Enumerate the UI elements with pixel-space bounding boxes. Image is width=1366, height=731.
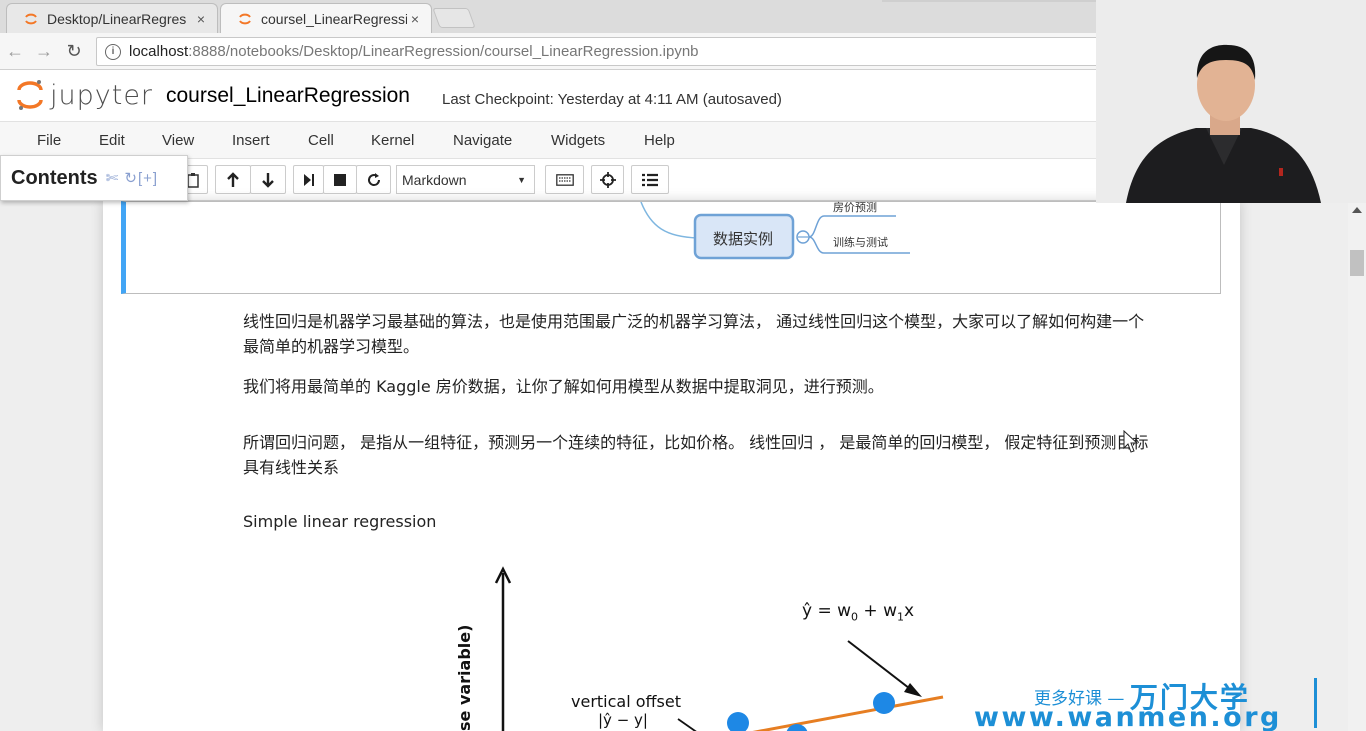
tab-title: Desktop/LinearRegres	[47, 10, 187, 27]
cell-type-select[interactable]: Markdown ▼	[396, 165, 535, 194]
arrow-up-icon	[227, 171, 239, 187]
notebook-name[interactable]: coursel_LinearRegression	[166, 84, 410, 108]
toc-title[interactable]: Contents	[11, 167, 98, 190]
menu-navigate[interactable]: Navigate	[453, 132, 512, 149]
menu-kernel[interactable]: Kernel	[371, 132, 414, 149]
selected-cell[interactable]: 数据实例 房价预测 训练与测试	[121, 201, 1221, 294]
restart-icon	[367, 172, 380, 186]
reload-icon[interactable]: ↻	[63, 40, 85, 62]
paragraph-intro-line1: 线性回归是机器学习最基础的算法，也是使用范围最广泛的机器学习算法， 通过线性回归…	[243, 312, 1145, 331]
data-point	[727, 712, 749, 731]
equation-part: + w	[858, 601, 897, 621]
paragraph-intro: 线性回归是机器学习最基础的算法，也是使用范围最广泛的机器学习算法， 通过线性回归…	[243, 309, 1203, 359]
regression-figure	[494, 566, 944, 731]
toc-panel-header: Contents ✄ ↻[+]	[0, 155, 188, 201]
close-tab-icon[interactable]: ×	[407, 11, 423, 27]
browser-tab-2[interactable]: coursel_LinearRegressi ×	[220, 3, 432, 33]
keyboard-icon	[555, 173, 574, 186]
menu-help[interactable]: Help	[644, 132, 675, 149]
presenter-video	[1096, 0, 1366, 203]
equation-part: ŷ = w	[802, 601, 852, 621]
chevron-down-icon: ▼	[517, 174, 526, 185]
equation-sub: 0	[851, 610, 859, 624]
scroll-up-icon[interactable]	[1352, 207, 1362, 213]
arrow-down-icon	[262, 172, 274, 188]
paragraph-regression-line1: 所谓回归问题， 是指从一组特征，预测另一个连续的特征，比如价格。 线性回归 ， …	[243, 433, 1149, 452]
jupyter-favicon-icon	[237, 11, 253, 27]
command-palette-button[interactable]	[545, 165, 584, 194]
stop-icon	[334, 173, 346, 186]
list-icon	[642, 173, 658, 186]
menu-widgets[interactable]: Widgets	[551, 132, 605, 149]
jupyter-logo-icon	[17, 80, 43, 110]
restart-kernel-button[interactable]	[356, 165, 391, 194]
crosshairs-button[interactable]	[591, 165, 624, 194]
url-path: :8888/notebooks/Desktop/LinearRegression…	[188, 43, 699, 60]
menu-view[interactable]: View	[162, 132, 194, 149]
new-tab-button[interactable]	[432, 8, 476, 28]
menu-cell[interactable]: Cell	[308, 132, 334, 149]
forward-arrow-icon[interactable]: →	[33, 40, 55, 62]
back-arrow-icon[interactable]: ←	[4, 40, 26, 62]
mouse-cursor-icon	[1123, 430, 1139, 453]
url-input[interactable]: i localhost:8888/notebooks/Desktop/Linea…	[96, 37, 1106, 66]
step-forward-icon	[303, 173, 314, 186]
mindmap-image	[640, 202, 910, 260]
heading-simple-linear-regression: Simple linear regression	[243, 512, 437, 531]
watermark-url: www.wanmen.org	[974, 702, 1282, 731]
webcam-overlay	[1096, 0, 1366, 203]
paste-icon	[187, 172, 199, 188]
toc-toggle-button[interactable]	[631, 165, 669, 194]
y-axis-label: se variable)	[455, 624, 474, 731]
crosshairs-icon	[599, 171, 616, 188]
vertical-offset-formula: |ŷ − y|	[598, 711, 648, 729]
run-cell-button[interactable]	[293, 165, 324, 194]
data-point	[873, 692, 895, 714]
equation-part: x	[904, 601, 915, 621]
menu-edit[interactable]: Edit	[99, 132, 125, 149]
watermark-divider	[1314, 678, 1317, 728]
toc-tools[interactable]: ✄ ↻[+]	[106, 169, 158, 187]
close-tab-icon[interactable]: ×	[193, 11, 209, 27]
cell-type-value: Markdown	[402, 171, 467, 188]
url-host: localhost	[129, 43, 189, 60]
jupyter-favicon-icon	[23, 11, 39, 27]
paragraph-regression-line2: 具有线性关系	[243, 458, 340, 477]
mindmap-node: 数据实例	[713, 230, 774, 248]
paragraph-regression: 所谓回归问题， 是指从一组特征，预测另一个连续的特征，比如价格。 线性回归 ， …	[243, 430, 1203, 480]
interrupt-kernel-button[interactable]	[323, 165, 357, 194]
paragraph-kaggle: 我们将用最简单的 Kaggle 房价数据，让你了解如何用模型从数据中提取洞见，进…	[243, 377, 884, 396]
menu-file[interactable]: File	[37, 132, 61, 149]
jupyter-logo[interactable]: jupyter	[16, 78, 153, 112]
menu-insert[interactable]: Insert	[232, 132, 270, 149]
jupyter-logo-text: jupyter	[50, 79, 154, 111]
browser-tab-1[interactable]: Desktop/LinearRegres ×	[6, 3, 218, 33]
mindmap-branch-price: 房价预测	[833, 201, 877, 214]
equation-sub: 1	[897, 610, 904, 624]
wanmen-watermark: 更多好课 — 万门大学 www.wanmen.org	[972, 672, 1366, 731]
scrollbar-thumb[interactable]	[1350, 250, 1364, 276]
tab-title: coursel_LinearRegressi	[261, 10, 407, 27]
move-cell-down-button[interactable]	[250, 165, 286, 194]
paragraph-intro-line2: 最简单的机器学习模型。	[243, 337, 420, 356]
info-icon[interactable]: i	[105, 43, 121, 60]
vertical-offset-label: vertical offset	[571, 692, 682, 711]
vertical-scrollbar[interactable]	[1348, 201, 1366, 731]
checkpoint-status: Last Checkpoint: Yesterday at 4:11 AM (a…	[442, 91, 782, 108]
move-cell-up-button[interactable]	[215, 165, 251, 194]
mindmap-branch-train-test: 训练与测试	[833, 236, 888, 249]
equation-label: ŷ = w0 + w1x	[802, 601, 914, 623]
